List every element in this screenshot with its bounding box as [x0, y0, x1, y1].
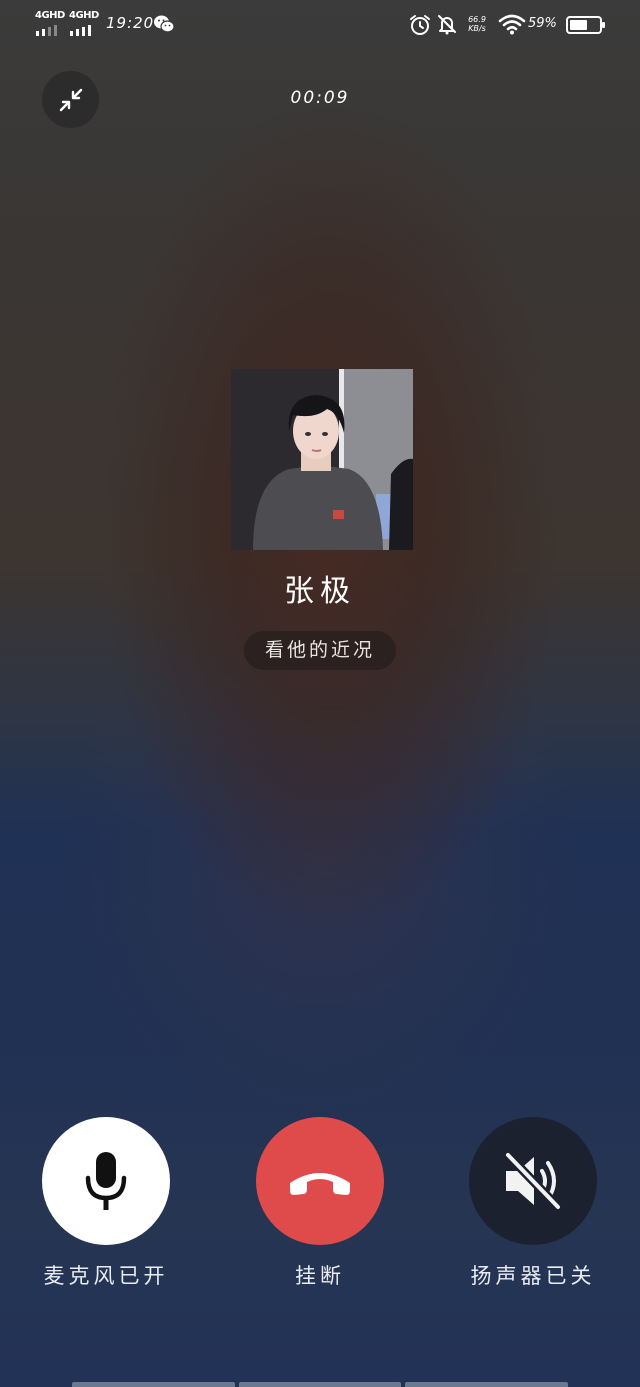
sim2-label: 4GHD [69, 10, 99, 21]
view-updates-button[interactable]: 看他的近况 [244, 631, 396, 670]
caller-avatar [231, 369, 413, 550]
alarm-clock-icon [410, 15, 430, 35]
sim2-signal: 4GHD [69, 10, 99, 36]
status-bar: 4GHD 4GHD 19:20 66.9 KB/s 59% [0, 0, 640, 50]
hang-up-button[interactable] [256, 1117, 384, 1245]
microphone-toggle-button[interactable] [42, 1117, 170, 1245]
notifications-off-icon [438, 15, 456, 35]
caller-name: 张极 [284, 574, 356, 609]
home-indicator[interactable] [72, 1382, 569, 1387]
microphone-label: 麦克风已开 [43, 1264, 169, 1288]
status-time: 19:20 [106, 14, 155, 32]
network-speed: 66.9 KB/s [464, 15, 490, 33]
wifi-icon [498, 14, 526, 35]
battery-percent: 59% [528, 16, 557, 31]
signal-bars-icon [70, 25, 91, 36]
voice-call-screen: 4GHD 4GHD 19:20 66.9 KB/s 59% 00:09 张极 看… [0, 0, 640, 1387]
phone-hangup-icon [290, 1173, 350, 1195]
sim1-signal: 4GHD [35, 10, 65, 36]
speaker-label: 扬声器已关 [470, 1264, 596, 1288]
speaker-toggle-button[interactable] [469, 1117, 597, 1245]
sim1-label: 4GHD [35, 10, 65, 21]
hang-up-label: 挂断 [295, 1264, 345, 1288]
call-duration: 00:09 [290, 88, 350, 108]
signal-bars-icon [36, 25, 57, 36]
speaker-muted-icon [503, 1151, 563, 1211]
battery-icon [566, 16, 605, 34]
wechat-icon [154, 15, 175, 33]
network-speed-value: 66.9 [468, 15, 486, 24]
network-speed-unit: KB/s [468, 24, 486, 33]
microphone-icon [85, 1152, 127, 1210]
